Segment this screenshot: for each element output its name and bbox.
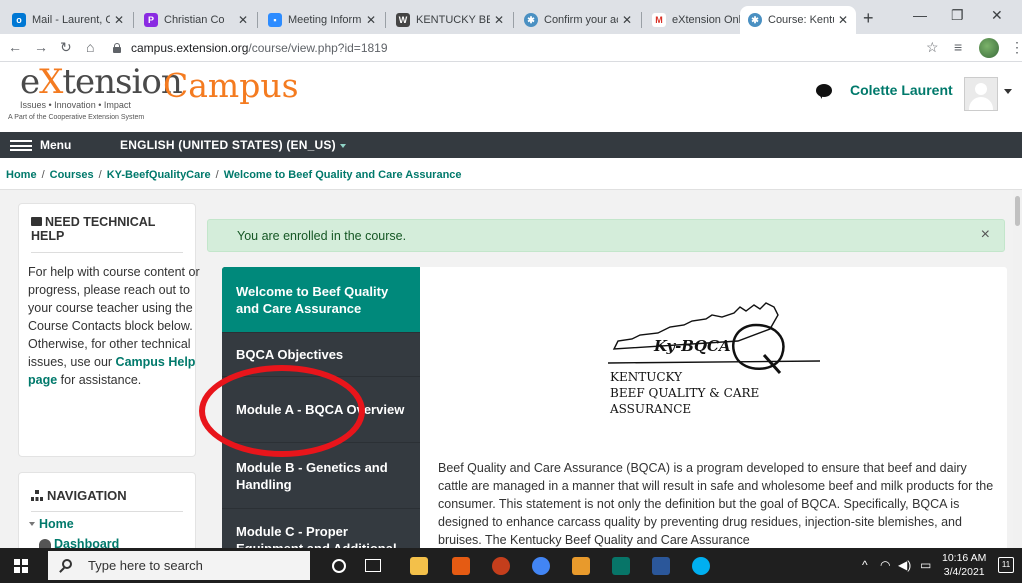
browser-tab[interactable]: o Mail - Laurent, C ✕ [4, 6, 132, 34]
address-bar: ← → ↻ ⌂ campus.extension.org/course/view… [0, 34, 1022, 62]
zoom-icon: ▪ [268, 13, 282, 27]
wifi-icon[interactable]: ◠ [880, 558, 890, 572]
nav-home-link[interactable]: Home [29, 517, 74, 531]
help-text: For help with course content or progress… [28, 265, 200, 387]
browser-tab[interactable]: ▪ Meeting Inform ✕ [260, 6, 384, 34]
lock-icon [112, 43, 122, 53]
close-tab-icon[interactable]: ✕ [238, 13, 248, 27]
powerpoint-icon[interactable] [492, 557, 510, 575]
breadcrumb-section[interactable]: Welcome to Beef Quality and Care Assuran… [224, 169, 462, 181]
section-item-welcome[interactable]: Welcome to Beef Quality and Care Assuran… [222, 267, 420, 333]
enrolled-alert: You are enrolled in the course. × [207, 219, 1005, 252]
language-selector[interactable]: ENGLISH (UNITED STATES) (EN_US) [120, 138, 346, 152]
cortana-icon[interactable] [332, 559, 346, 573]
avatar[interactable] [964, 77, 998, 111]
reload-icon[interactable]: ↻ [60, 39, 72, 56]
extension-icon: ✱ [748, 13, 762, 27]
windows-taskbar: Type here to search ^ ◠ ◀) ▭ 10:16 AM 3/4… [0, 548, 1022, 583]
red-annotation-circle [199, 365, 365, 457]
browser-tab[interactable]: P Christian Co ✕ [136, 6, 256, 34]
new-tab-button[interactable]: + [863, 8, 874, 29]
browser-tab-strip: o Mail - Laurent, C ✕ P Christian Co ✕ ▪… [0, 0, 1022, 34]
close-icon[interactable]: × [981, 226, 990, 244]
tray-chevron-icon[interactable]: ^ [862, 558, 868, 572]
restore-icon[interactable]: ❐ [951, 7, 964, 24]
breadcrumb-courses[interactable]: Courses [50, 169, 94, 181]
svg-text:KENTUCKY: KENTUCKY [610, 370, 683, 384]
bookmark-star-icon[interactable]: ☆ [926, 39, 939, 56]
user-name[interactable]: Colette Laurent [850, 82, 953, 98]
page-scrollbar[interactable] [1013, 190, 1022, 548]
breadcrumb-course[interactable]: KY-BeefQualityCare [107, 169, 211, 181]
back-icon[interactable]: ← [8, 39, 22, 55]
chevron-down-icon[interactable] [1004, 89, 1012, 94]
hamburger-icon[interactable] [10, 140, 32, 151]
home-icon[interactable]: ⌂ [86, 39, 94, 55]
task-view-icon[interactable] [365, 559, 381, 572]
gmail-icon: M [652, 13, 666, 27]
chevron-down-icon [29, 522, 35, 526]
close-tab-icon[interactable]: ✕ [366, 13, 376, 27]
main-navbar: Menu ENGLISH (UNITED STATES) (EN_US) [0, 132, 1022, 158]
search-icon [62, 559, 72, 569]
close-tab-icon[interactable]: ✕ [838, 13, 848, 27]
block-title: NAVIGATION [31, 488, 127, 503]
word-icon[interactable] [652, 557, 670, 575]
intro-paragraph: Beef Quality and Care Assurance (BQCA) i… [438, 461, 994, 547]
browser-tab[interactable]: W KENTUCKY BEEF ✕ [388, 6, 512, 34]
course-content: Ky-BQCA KENTUCKY BEEF QUALITY & CARE ASS… [420, 267, 1007, 567]
chevron-down-icon [339, 143, 346, 148]
newspaper-icon [31, 217, 42, 226]
breadcrumb-home[interactable]: Home [6, 169, 37, 181]
pandora-icon: P [144, 13, 158, 27]
reading-list-icon[interactable]: ≡ [954, 39, 962, 55]
menu-button[interactable]: Menu [40, 138, 71, 152]
volume-icon[interactable]: ◀) [898, 558, 911, 572]
window-close-icon[interactable]: ✕ [991, 7, 1003, 24]
minimize-icon[interactable]: — [913, 7, 927, 23]
extension-icon: ✱ [524, 13, 538, 27]
taskbar-search-input[interactable]: Type here to search [48, 551, 310, 580]
publisher-icon[interactable] [612, 557, 630, 575]
skype-icon[interactable] [692, 557, 710, 575]
file-explorer-icon[interactable] [410, 557, 428, 575]
browser-menu-icon[interactable]: ⋮ [1010, 39, 1022, 56]
close-tab-icon[interactable]: ✕ [494, 13, 504, 27]
browser-tab[interactable]: ✱ Confirm your ac ✕ [516, 6, 640, 34]
close-tab-icon[interactable]: ✕ [114, 13, 124, 27]
taskbar-clock[interactable]: 10:16 AM 3/4/2021 [942, 551, 986, 579]
messages-icon[interactable] [816, 84, 832, 99]
scroll-thumb[interactable] [1015, 196, 1020, 226]
url-input[interactable]: campus.extension.org/course/view.php?id=… [112, 37, 902, 59]
technical-help-block: NEED TECHNICAL HELP For help with course… [18, 203, 200, 457]
sitemap-icon [31, 490, 43, 501]
ky-bqca-logo: Ky-BQCA KENTUCKY BEEF QUALITY & CARE ASS… [607, 302, 821, 416]
forward-icon[interactable]: → [34, 39, 48, 55]
browser-tab-active[interactable]: ✱ Course: Kentuck ✕ [740, 6, 856, 34]
notification-icon[interactable]: 11 [998, 557, 1014, 573]
chrome-icon[interactable] [532, 557, 550, 575]
extension-campus-logo[interactable]: eXtension Campus Issues • Innovation • I… [8, 62, 299, 128]
svg-text:ASSURANCE: ASSURANCE [609, 402, 691, 416]
office-icon[interactable] [452, 557, 470, 575]
breadcrumb: Home / Courses / KY-BeefQualityCare / Welcome … [0, 158, 1022, 190]
browser-profile-icon[interactable] [979, 38, 999, 58]
svg-text:BEEF QUALITY & CARE: BEEF QUALITY & CARE [610, 386, 759, 400]
windows-start-icon[interactable] [14, 559, 28, 573]
logo-mark-text: Ky-BQCA [653, 337, 731, 355]
battery-icon[interactable]: ▭ [920, 558, 931, 572]
w-icon: W [396, 13, 410, 27]
outlook-icon: o [12, 13, 26, 27]
paint-icon[interactable] [572, 557, 590, 575]
close-tab-icon[interactable]: ✕ [622, 13, 632, 27]
block-title: NEED TECHNICAL HELP [31, 215, 156, 243]
